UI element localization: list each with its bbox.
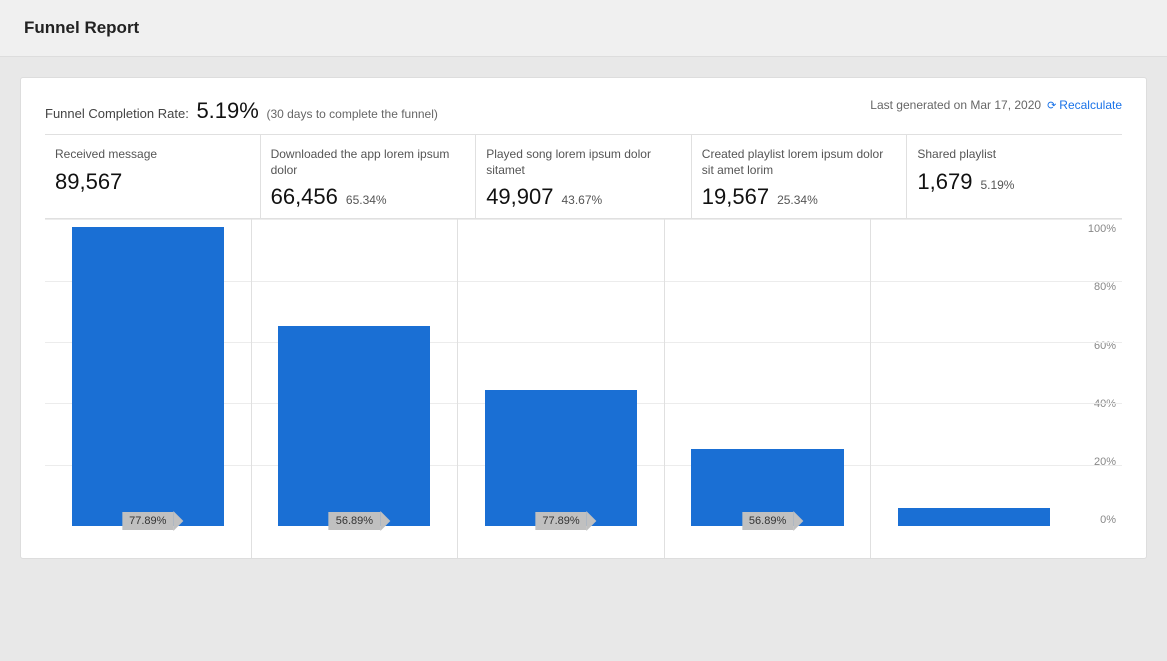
funnel-steps-header: Received message 89,567 Downloaded the app… <box>45 134 1122 218</box>
chart-column-5 <box>871 219 1077 558</box>
chart-area: 77.89% 56.89% 77.89% 56.89% 100% 80% 60% 40% 20… <box>45 218 1122 558</box>
arrow-label-3: 77.89% <box>535 512 586 530</box>
bar-3 <box>485 390 637 526</box>
report-top: Funnel Completion Rate: 5.19% (30 days t… <box>45 98 1122 124</box>
y-axis: 100% 80% 60% 40% 20% 0% <box>1077 219 1122 558</box>
bar-wrapper-5 <box>881 227 1067 526</box>
funnel-step-3: Played song lorem ipsum dolor sitamet 49,… <box>476 135 692 218</box>
chart-column-1: 77.89% <box>45 219 252 558</box>
chart-columns: 77.89% 56.89% 77.89% 56.89% <box>45 219 1077 558</box>
step-pct-2: 65.34% <box>346 193 387 207</box>
step-label-1: Received message <box>55 147 250 163</box>
completion-rate-value: 5.19% <box>196 98 258 123</box>
report-meta: Last generated on Mar 17, 2020 ⟳ Recalcu… <box>870 98 1122 112</box>
step-count-3: 49,907 <box>486 184 553 210</box>
page-title: Funnel Report <box>24 18 1143 38</box>
step-count-4: 19,567 <box>702 184 769 210</box>
completion-rate-label: Funnel Completion Rate: <box>45 106 189 121</box>
bar-2 <box>278 326 430 526</box>
completion-rate-section: Funnel Completion Rate: 5.19% (30 days t… <box>45 98 438 124</box>
page-header: Funnel Report <box>0 0 1167 57</box>
step-label-5: Shared playlist <box>917 147 1112 163</box>
report-container: Funnel Completion Rate: 5.19% (30 days t… <box>20 77 1147 559</box>
step-label-3: Played song lorem ipsum dolor sitamet <box>486 147 681 178</box>
bar-5 <box>898 508 1050 526</box>
y-axis-label-2: 60% <box>1094 340 1116 352</box>
step-label-2: Downloaded the app lorem ipsum dolor <box>271 147 466 178</box>
arrow-label-2: 56.89% <box>329 512 380 530</box>
bar-wrapper-4 <box>675 227 861 526</box>
bar-wrapper-2 <box>262 227 448 526</box>
bar-1 <box>72 227 224 526</box>
chart-column-3: 77.89% <box>458 219 665 558</box>
step-count-2: 66,456 <box>271 184 338 210</box>
step-count-1: 89,567 <box>55 169 122 195</box>
y-axis-label-4: 20% <box>1094 456 1116 468</box>
last-generated-label: Last generated on Mar 17, 2020 <box>870 98 1041 112</box>
funnel-step-2: Downloaded the app lorem ipsum dolor 66,4… <box>261 135 477 218</box>
recalculate-label: Recalculate <box>1059 98 1122 112</box>
y-axis-label-5: 0% <box>1100 514 1116 526</box>
y-axis-label-0: 100% <box>1088 223 1116 235</box>
refresh-icon: ⟳ <box>1047 99 1056 112</box>
completion-rate-note: (30 days to complete the funnel) <box>266 107 437 121</box>
step-label-4: Created playlist lorem ipsum dolor sit a… <box>702 147 897 178</box>
bar-wrapper-1 <box>55 227 241 526</box>
chart-column-2: 56.89% <box>252 219 459 558</box>
step-pct-4: 25.34% <box>777 193 818 207</box>
y-axis-label-3: 40% <box>1094 398 1116 410</box>
y-axis-label-1: 80% <box>1094 281 1116 293</box>
step-pct-5: 5.19% <box>980 178 1014 192</box>
funnel-step-4: Created playlist lorem ipsum dolor sit a… <box>692 135 908 218</box>
funnel-step-1: Received message 89,567 <box>45 135 261 218</box>
recalculate-button[interactable]: ⟳ Recalculate <box>1047 98 1122 112</box>
funnel-step-5: Shared playlist 1,679 5.19% <box>907 135 1122 218</box>
chart-column-4: 56.89% <box>665 219 872 558</box>
arrow-label-1: 77.89% <box>122 512 173 530</box>
step-count-5: 1,679 <box>917 169 972 195</box>
arrow-label-4: 56.89% <box>742 512 793 530</box>
bar-wrapper-3 <box>468 227 654 526</box>
step-pct-3: 43.67% <box>561 193 602 207</box>
